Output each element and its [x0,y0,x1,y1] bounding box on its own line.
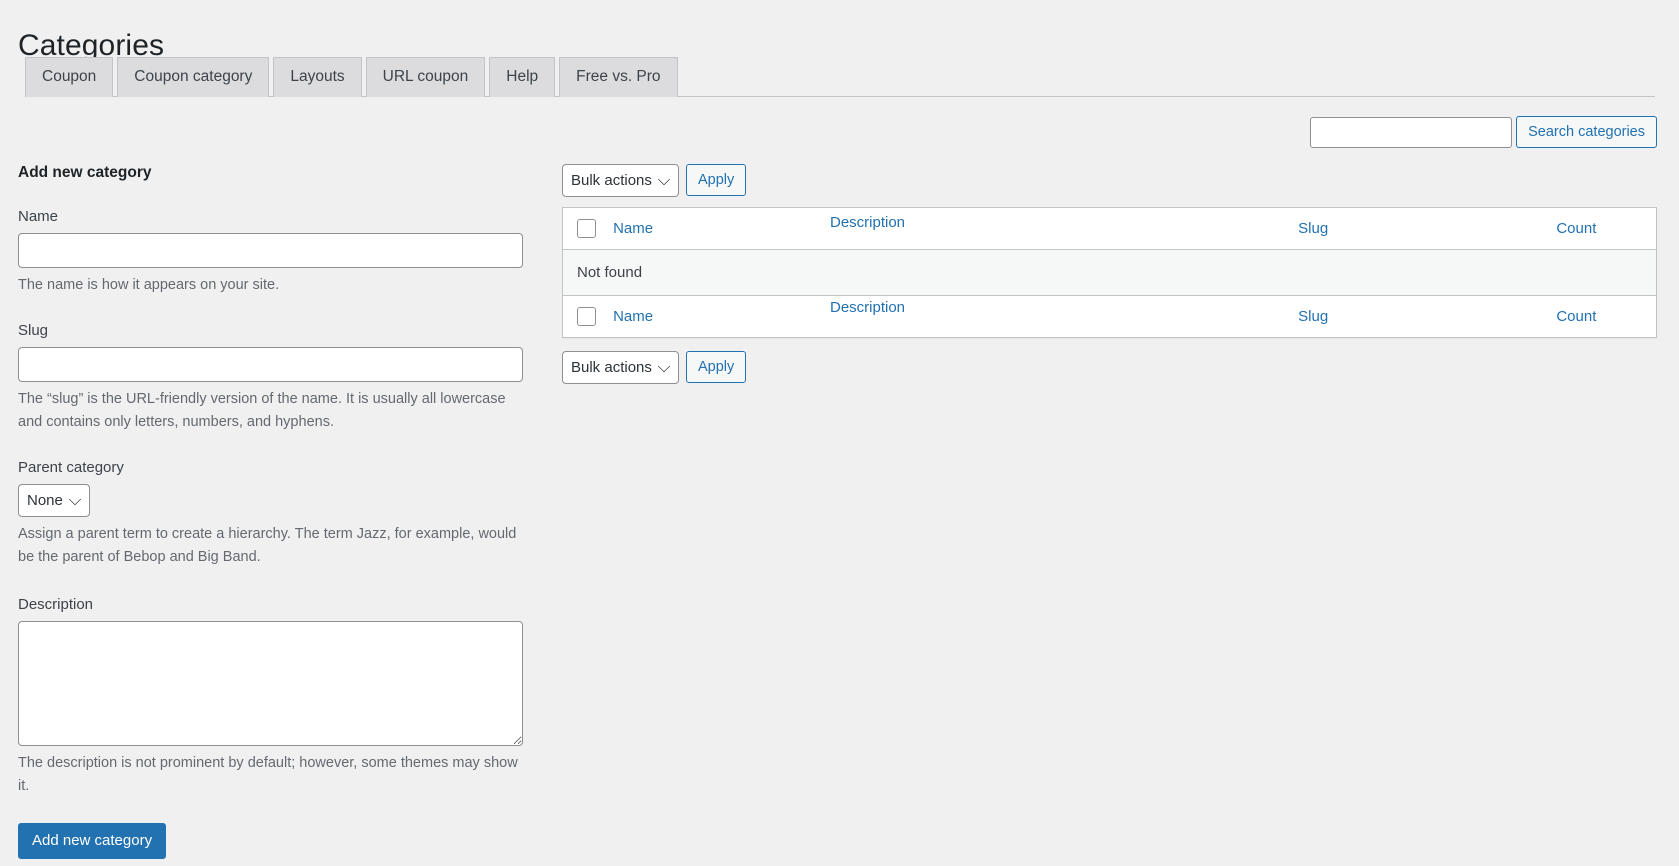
description-textarea[interactable] [18,621,523,747]
column-header-slug-top[interactable]: Slug [1298,207,1557,250]
description-label: Description [18,596,94,614]
select-all-header-top [562,207,614,250]
form-heading: Add new category [18,164,152,181]
description-help-text: The description is not prominent by defa… [18,755,518,794]
column-label: Name [613,308,654,325]
select-all-header-bottom [562,295,614,338]
tablenav-top: Bulk actions Apply [562,162,1657,198]
tab-url-coupon[interactable]: URL coupon [365,57,486,97]
tab-label: Help [506,68,539,86]
parent-category-help-text: Assign a parent term to create a hierarc… [18,526,517,565]
apply-button-bottom[interactable]: Apply [686,351,747,383]
column-label: Count [1556,220,1597,237]
search-area: Search categories [1310,116,1657,148]
tablenav-bottom: Bulk actions Apply [562,349,1657,385]
column-header-count-top[interactable]: Count [1556,207,1657,250]
table-empty-row: Not found [562,249,1657,296]
parent-category-label: Parent category [18,459,124,477]
name-input[interactable] [18,232,523,268]
admin-page: Categories Coupon Coupon category Layout… [0,0,1679,866]
slug-label: Slug [18,322,49,340]
table-head: Name Slug Count [562,207,1657,250]
tab-free-vs-pro[interactable]: Free vs. Pro [559,57,678,97]
field-name: Name The name is how it appears on your … [18,206,523,296]
bulk-actions-select-bottom[interactable]: Bulk actions [562,350,679,384]
apply-button-top[interactable]: Apply [686,164,747,196]
tab-coupon[interactable]: Coupon [25,57,114,97]
field-parent-category: Parent category None Assign a parent ter… [18,457,523,568]
parent-category-select[interactable]: None [18,484,90,518]
slug-help-text: The “slug” is the URL-friendly version o… [18,391,506,430]
categories-table: Name Slug Count Not found Name Slug Coun… [562,207,1657,338]
search-categories-button[interactable]: Search categories [1516,116,1657,148]
slug-input[interactable] [18,347,523,383]
categories-list-area: Bulk actions Apply Name Slug Count Not f… [562,162,1657,385]
tab-label: URL coupon [382,68,469,86]
table-body: Not found [562,249,1657,296]
select-all-checkbox-bottom[interactable] [577,307,596,326]
name-help-text: The name is how it appears on your site. [18,276,280,293]
column-header-description-top[interactable]: Description [830,214,905,231]
tab-help[interactable]: Help [489,57,556,97]
table-header-row: Name Slug Count [562,207,1657,250]
add-new-category-button[interactable]: Add new category [18,822,167,859]
table-foot: Name Slug Count [562,295,1657,338]
no-items-message: Not found [562,249,1657,296]
column-header-name-bottom[interactable]: Name [613,295,1299,338]
column-label: Slug [1298,308,1329,325]
tab-label: Layouts [290,68,345,86]
tab-layouts[interactable]: Layouts [273,57,362,97]
field-description: Description The description is not promi… [18,594,523,797]
search-input[interactable] [1310,116,1513,148]
tab-label: Free vs. Pro [576,68,661,86]
column-header-name-top[interactable]: Name [613,207,1299,250]
table-footer-row: Name Slug Count [562,295,1657,338]
column-label: Description [830,214,906,231]
column-label: Name [613,220,654,237]
field-slug: Slug The “slug” is the URL-friendly vers… [18,320,523,433]
column-header-count-bottom[interactable]: Count [1556,295,1657,338]
tab-label: Coupon category [134,68,253,86]
tab-coupon-category[interactable]: Coupon category [117,57,270,97]
column-header-slug-bottom[interactable]: Slug [1298,295,1557,338]
tab-bar: Coupon Coupon category Layouts URL coupo… [25,56,1655,97]
column-header-description-bottom[interactable]: Description [830,299,905,316]
tab-label: Coupon [42,68,97,86]
select-all-checkbox-top[interactable] [577,219,596,238]
name-label: Name [18,207,59,225]
add-new-category-form: Add new category Name The name is how it… [18,162,523,859]
column-label: Slug [1298,220,1329,237]
bulk-actions-select-top[interactable]: Bulk actions [562,163,679,197]
column-label: Description [830,299,906,316]
column-label: Count [1556,308,1597,325]
